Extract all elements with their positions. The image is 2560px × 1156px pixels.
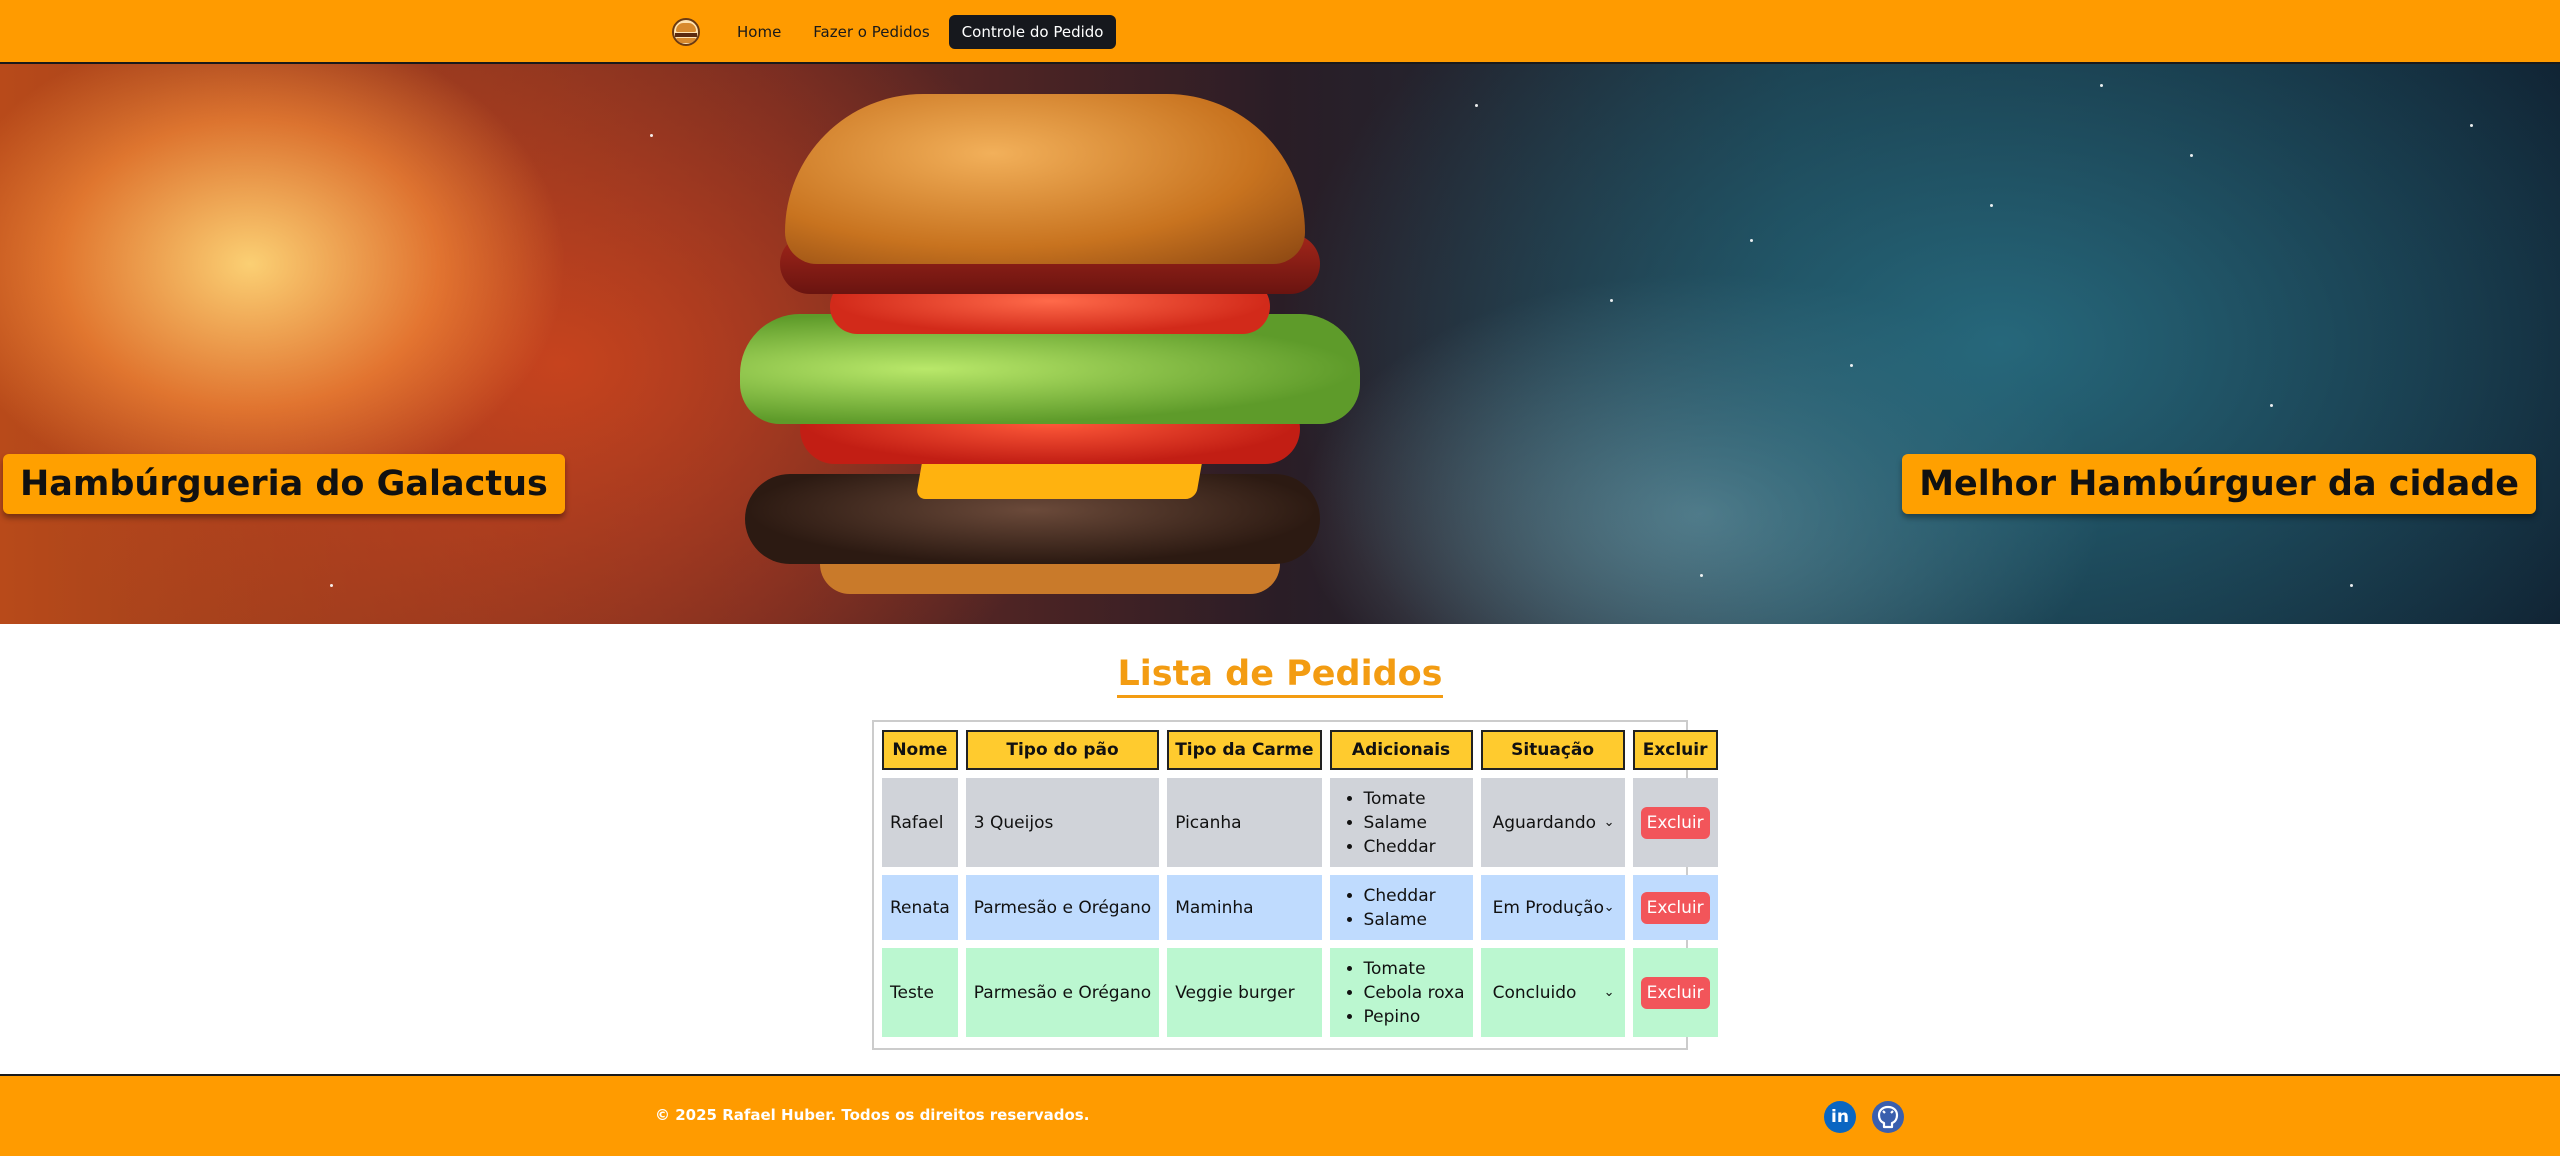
orders-table: Nome Tipo do pão Tipo da Carme Adicionai… bbox=[874, 722, 1726, 1045]
cell-adicionais: Cheddar Salame bbox=[1329, 875, 1473, 940]
table-row: Rafael 3 Queijos Picanha Tomate Salame C… bbox=[882, 778, 1718, 867]
delete-button[interactable]: Excluir bbox=[1640, 806, 1710, 839]
table-header-row: Nome Tipo do pão Tipo da Carme Adicionai… bbox=[882, 730, 1718, 770]
star bbox=[1610, 299, 1613, 302]
logo-bun-top bbox=[676, 23, 696, 32]
nav-link-home[interactable]: Home bbox=[724, 15, 794, 49]
cell-situacao: Concluido ⌄ bbox=[1480, 948, 1625, 1037]
list-item: Salame bbox=[1364, 811, 1465, 835]
page-title: Lista de Pedidos bbox=[1117, 654, 1443, 698]
status-select[interactable]: Concluido ⌄ bbox=[1489, 978, 1617, 1008]
nav-link-controle-pedido[interactable]: Controle do Pedido bbox=[948, 15, 1117, 49]
cell-situacao: Em Produção ⌄ bbox=[1480, 875, 1625, 940]
cell-tipo-carne: Picanha bbox=[1167, 778, 1322, 867]
linkedin-glyph: in bbox=[1831, 1107, 1849, 1127]
table-row: Teste Parmesão e Orégano Veggie burger T… bbox=[882, 948, 1718, 1037]
list-item: Tomate bbox=[1364, 787, 1465, 811]
cell-tipo-carne: Veggie burger bbox=[1167, 948, 1322, 1037]
chevron-down-icon: ⌄ bbox=[1603, 814, 1615, 830]
status-select[interactable]: Aguardando ⌄ bbox=[1489, 808, 1617, 838]
hero-left-title: Hambúrgueria do Galactus bbox=[3, 454, 565, 514]
list-item: Tomate bbox=[1364, 957, 1465, 981]
status-select-value: Concluido bbox=[1492, 982, 1577, 1003]
column-header-excluir: Excluir bbox=[1632, 730, 1718, 770]
column-header-situacao: Situação bbox=[1480, 730, 1625, 770]
column-header-nome: Nome bbox=[882, 730, 958, 770]
chevron-down-icon: ⌄ bbox=[1603, 984, 1615, 1000]
cell-excluir: Excluir bbox=[1632, 778, 1718, 867]
cell-tipo-pao: Parmesão e Orégano bbox=[965, 875, 1160, 940]
adicionais-list: Tomate Salame Cheddar bbox=[1338, 787, 1465, 859]
nav-link-fazer-pedidos[interactable]: Fazer o Pedidos bbox=[800, 15, 942, 49]
orders-table-container: Nome Tipo do pão Tipo da Carme Adicionai… bbox=[872, 720, 1718, 1050]
chevron-down-icon: ⌄ bbox=[1603, 899, 1615, 915]
delete-button[interactable]: Excluir bbox=[1640, 891, 1710, 924]
burger-logo-icon[interactable] bbox=[672, 18, 700, 46]
burger-top-bun bbox=[785, 94, 1305, 264]
logo-patty bbox=[675, 33, 697, 37]
adicionais-list: Cheddar Salame bbox=[1338, 884, 1465, 932]
table-row: Renata Parmesão e Orégano Maminha Chedda… bbox=[882, 875, 1718, 940]
star bbox=[650, 134, 653, 137]
nav-menu: Home Fazer o Pedidos Controle do Pedido bbox=[672, 14, 1122, 50]
cell-nome: Renata bbox=[882, 875, 958, 940]
cell-nome: Rafael bbox=[882, 778, 958, 867]
status-select-value: Em Produção bbox=[1492, 897, 1604, 918]
star bbox=[1990, 204, 1993, 207]
hero-right-title: Melhor Hambúrguer da cidade bbox=[1902, 454, 2536, 514]
adicionais-list: Tomate Cebola roxa Pepino bbox=[1338, 957, 1465, 1029]
star bbox=[1475, 104, 1478, 107]
hero-banner: Hambúrgueria do Galactus Melhor Hambúrgu… bbox=[0, 64, 2560, 624]
copyright-text: © 2025 Rafael Huber. Todos os direitos r… bbox=[655, 1106, 1090, 1124]
list-item: Pepino bbox=[1364, 1005, 1465, 1029]
delete-button[interactable]: Excluir bbox=[1640, 976, 1710, 1009]
github-icon[interactable] bbox=[1872, 1101, 1904, 1133]
star bbox=[2350, 584, 2353, 587]
cell-excluir: Excluir bbox=[1632, 948, 1718, 1037]
status-select[interactable]: Em Produção ⌄ bbox=[1489, 893, 1617, 923]
status-select-value: Aguardando bbox=[1492, 812, 1597, 833]
cell-tipo-pao: 3 Queijos bbox=[965, 778, 1160, 867]
github-glyph bbox=[1873, 1102, 1903, 1132]
page-title-wrap: Lista de Pedidos bbox=[0, 654, 2560, 698]
logo-bun-bottom bbox=[676, 38, 696, 43]
cell-tipo-carne: Maminha bbox=[1167, 875, 1322, 940]
column-header-tipo-pao: Tipo do pão bbox=[965, 730, 1160, 770]
list-item: Salame bbox=[1364, 908, 1465, 932]
footer: © 2025 Rafael Huber. Todos os direitos r… bbox=[0, 1074, 2560, 1156]
star bbox=[1700, 574, 1703, 577]
list-item: Cheddar bbox=[1364, 835, 1465, 859]
cell-excluir: Excluir bbox=[1632, 875, 1718, 940]
star bbox=[2100, 84, 2103, 87]
star bbox=[1850, 364, 1853, 367]
linkedin-icon[interactable]: in bbox=[1824, 1101, 1856, 1133]
navbar: Home Fazer o Pedidos Controle do Pedido bbox=[0, 0, 2560, 64]
cell-adicionais: Tomate Cebola roxa Pepino bbox=[1329, 948, 1473, 1037]
cell-tipo-pao: Parmesão e Orégano bbox=[965, 948, 1160, 1037]
list-item: Cebola roxa bbox=[1364, 981, 1465, 1005]
star bbox=[2270, 404, 2273, 407]
star bbox=[2470, 124, 2473, 127]
column-header-tipo-carne: Tipo da Carme bbox=[1167, 730, 1322, 770]
burger-image bbox=[740, 94, 1360, 624]
column-header-adicionais: Adicionais bbox=[1329, 730, 1473, 770]
star bbox=[2190, 154, 2193, 157]
star bbox=[1750, 239, 1753, 242]
cell-nome: Teste bbox=[882, 948, 958, 1037]
cell-adicionais: Tomate Salame Cheddar bbox=[1329, 778, 1473, 867]
cell-situacao: Aguardando ⌄ bbox=[1480, 778, 1625, 867]
star bbox=[330, 584, 333, 587]
list-item: Cheddar bbox=[1364, 884, 1465, 908]
